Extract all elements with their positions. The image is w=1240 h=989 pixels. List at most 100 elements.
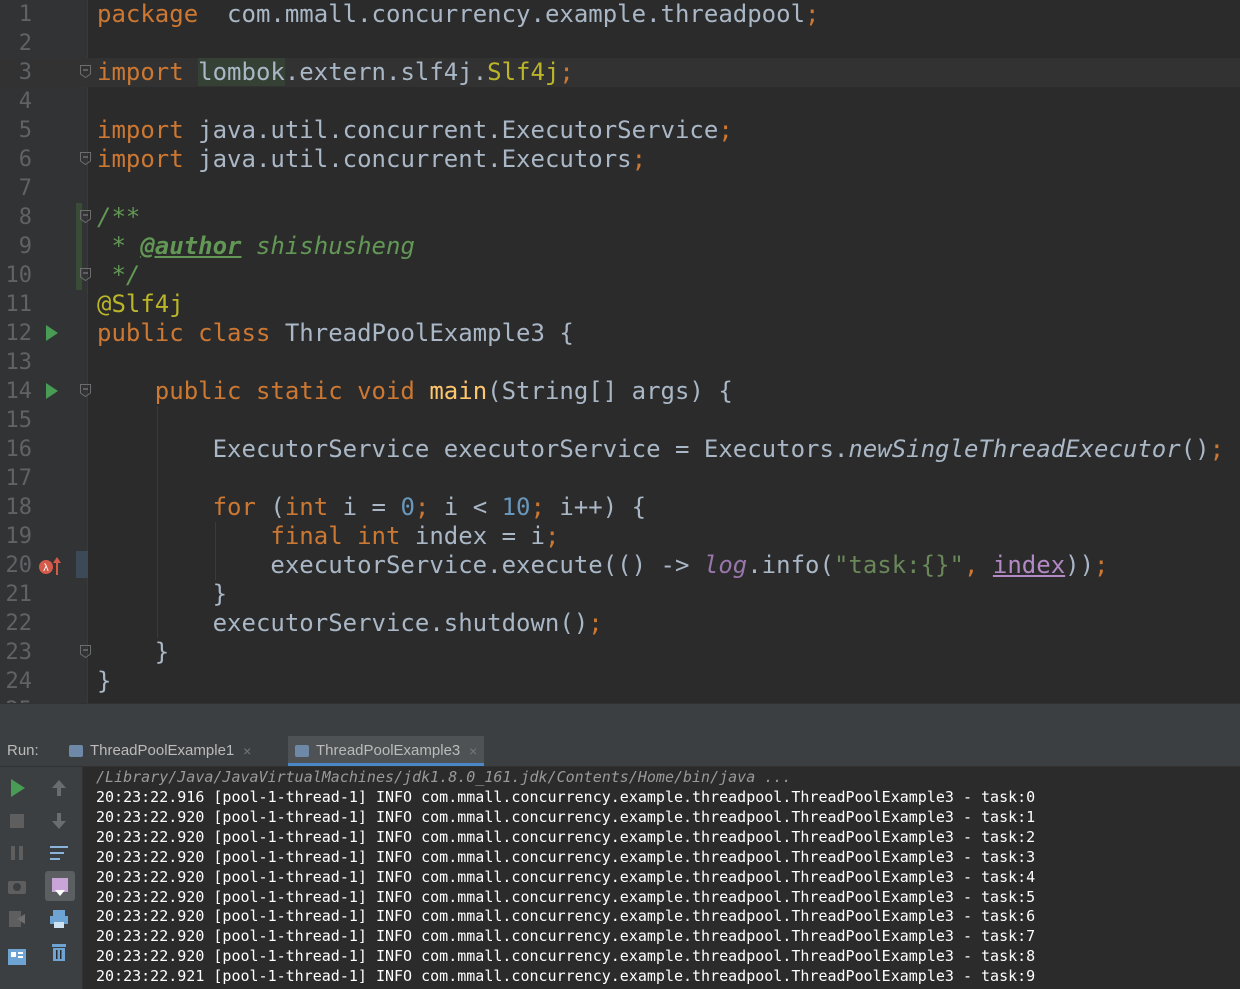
scroll-down-icon[interactable] <box>47 809 71 833</box>
code-text: } <box>97 667 112 695</box>
tab-threadpoolexample1[interactable]: ThreadPoolExample1 × <box>62 736 258 766</box>
code-line[interactable]: 13 <box>0 348 1240 377</box>
line-number[interactable]: 8 <box>0 203 32 232</box>
code-line[interactable]: 9 * @author shishusheng <box>0 232 1240 261</box>
fold-marker-icon[interactable] <box>80 152 91 165</box>
tab-label: ThreadPoolExample3 <box>316 742 461 759</box>
tab-threadpoolexample3[interactable]: ThreadPoolExample3 × <box>288 736 485 766</box>
code-line[interactable]: 5 import java.util.concurrent.ExecutorSer… <box>0 116 1240 145</box>
code-editor[interactable]: 1 package com.mmall.concurrency.example.t… <box>0 0 1240 703</box>
code-text: */ <box>97 261 141 289</box>
code-line[interactable]: 6 import java.util.concurrent.Executors; <box>0 145 1240 174</box>
line-number[interactable]: 9 <box>0 232 32 261</box>
line-number[interactable]: 20 <box>0 551 33 580</box>
pause-icon[interactable] <box>5 841 29 865</box>
line-number[interactable]: 7 <box>0 174 32 203</box>
close-icon[interactable]: × <box>469 736 477 766</box>
console-command-line: /Library/Java/JavaVirtualMachines/jdk1.8… <box>96 768 792 786</box>
run-gutter-icon[interactable] <box>46 383 58 399</box>
code-line[interactable]: 22 executorService.shutdown(); <box>0 609 1240 638</box>
code-line[interactable]: 24} <box>0 667 1240 696</box>
code-line[interactable]: 23 } <box>0 638 1240 667</box>
code-line[interactable]: 11 @Slf4j <box>0 290 1240 319</box>
print-icon[interactable] <box>47 907 71 931</box>
code-text: public static void main(String[] args) { <box>154 377 733 405</box>
console-line: 20:23:22.921 [pool-1-thread-1] INFO com.… <box>96 967 1036 986</box>
code-line[interactable]: 12 public class ThreadPoolExample3 { <box>0 319 1240 348</box>
line-number[interactable]: 2 <box>0 29 32 58</box>
code-text: final int index = i; <box>270 522 560 550</box>
code-text: import lombok.extern.slf4j.Slf4j; <box>97 58 574 86</box>
line-number[interactable]: 24 <box>0 667 33 696</box>
layout-icon[interactable] <box>5 945 29 969</box>
line-number[interactable]: 16 <box>0 435 33 464</box>
panel-splitter[interactable] <box>0 703 1240 737</box>
code-line[interactable]: 17 <box>0 464 1240 493</box>
code-line[interactable]: 3 import lombok.extern.slf4j.Slf4j; <box>0 58 1240 87</box>
code-text: executorService.execute(() -> log.info("… <box>97 551 1109 579</box>
console-output[interactable]: /Library/Java/JavaVirtualMachines/jdk1.8… <box>83 767 1240 989</box>
line-number[interactable]: 5 <box>0 116 32 145</box>
code-line[interactable]: 25 <box>0 696 1240 703</box>
code-text: @Slf4j <box>97 290 184 318</box>
line-number[interactable]: 4 <box>0 87 32 116</box>
console-line: 20:23:22.920 [pool-1-thread-1] INFO com.… <box>96 947 1036 966</box>
code-text: for (int i = 0; i < 10; i++) { <box>212 493 647 521</box>
scroll-up-icon[interactable] <box>47 776 71 800</box>
code-line[interactable]: 19 final int index = i; <box>0 522 1240 551</box>
camera-icon[interactable] <box>5 874 29 898</box>
code-text: } <box>97 580 228 608</box>
code-line[interactable]: 15 <box>0 406 1240 435</box>
rerun-icon[interactable] <box>5 776 29 800</box>
code-text: /** <box>97 203 141 231</box>
line-number[interactable]: 25 <box>0 696 33 703</box>
code-line[interactable]: 7 <box>0 174 1240 203</box>
console-line: 20:23:22.920 [pool-1-thread-1] INFO com.… <box>96 927 1036 946</box>
soft-wrap-icon[interactable] <box>47 841 71 865</box>
exit-icon[interactable] <box>5 907 29 931</box>
run-config-icon <box>69 745 83 757</box>
line-number[interactable]: 22 <box>0 609 33 638</box>
code-line[interactable]: 21 } <box>0 580 1240 609</box>
console-line: 20:23:22.920 [pool-1-thread-1] INFO com.… <box>96 887 1036 906</box>
line-number[interactable]: 11 <box>0 290 33 319</box>
line-number[interactable]: 17 <box>0 464 33 493</box>
code-line[interactable]: 4 <box>0 87 1240 116</box>
scroll-to-end-icon[interactable] <box>44 870 76 902</box>
line-number[interactable]: 1 <box>0 0 32 29</box>
line-number[interactable]: 12 <box>0 319 33 348</box>
code-line[interactable]: 2 <box>0 29 1240 58</box>
line-number[interactable]: 14 <box>0 377 33 406</box>
line-number[interactable]: 10 <box>0 261 33 290</box>
tab-label: ThreadPoolExample1 <box>90 742 235 759</box>
line-number[interactable]: 18 <box>0 493 33 522</box>
fold-marker-icon[interactable] <box>80 645 91 658</box>
line-number[interactable]: 3 <box>0 58 32 87</box>
line-number[interactable]: 6 <box>0 145 32 174</box>
line-number[interactable]: 19 <box>0 522 33 551</box>
code-line[interactable]: 1 package com.mmall.concurrency.example.t… <box>0 0 1240 29</box>
close-icon[interactable]: × <box>243 736 251 766</box>
code-line[interactable]: 20 λ executorService.execute(() -> log.in… <box>0 551 1240 580</box>
trash-icon[interactable] <box>47 940 71 964</box>
fold-marker-icon[interactable] <box>80 65 91 78</box>
code-line[interactable]: 18 for (int i = 0; i < 10; i++) { <box>0 493 1240 522</box>
console-line: 20:23:22.920 [pool-1-thread-1] INFO com.… <box>96 907 1036 926</box>
console-line: 20:23:22.920 [pool-1-thread-1] INFO com.… <box>96 827 1036 846</box>
code-line[interactable]: 8 /** <box>0 203 1240 232</box>
run-toolbar <box>0 767 83 989</box>
lambda-icon[interactable]: λ <box>38 556 64 576</box>
stop-icon[interactable] <box>5 809 29 833</box>
line-number[interactable]: 21 <box>0 580 33 609</box>
run-gutter-icon[interactable] <box>46 325 58 341</box>
code-line[interactable]: 16 ExecutorService executorService = Exe… <box>0 435 1240 464</box>
code-line[interactable]: 10 */ <box>0 261 1240 290</box>
code-line[interactable]: 14 public static void main(String[] args… <box>0 377 1240 406</box>
fold-marker-icon[interactable] <box>80 384 91 397</box>
line-number[interactable]: 13 <box>0 348 33 377</box>
line-number[interactable]: 15 <box>0 406 33 435</box>
fold-marker-icon[interactable] <box>80 210 91 223</box>
line-number[interactable]: 23 <box>0 638 33 667</box>
fold-marker-icon[interactable] <box>80 268 91 281</box>
console-line: 20:23:22.920 [pool-1-thread-1] INFO com.… <box>96 867 1036 886</box>
